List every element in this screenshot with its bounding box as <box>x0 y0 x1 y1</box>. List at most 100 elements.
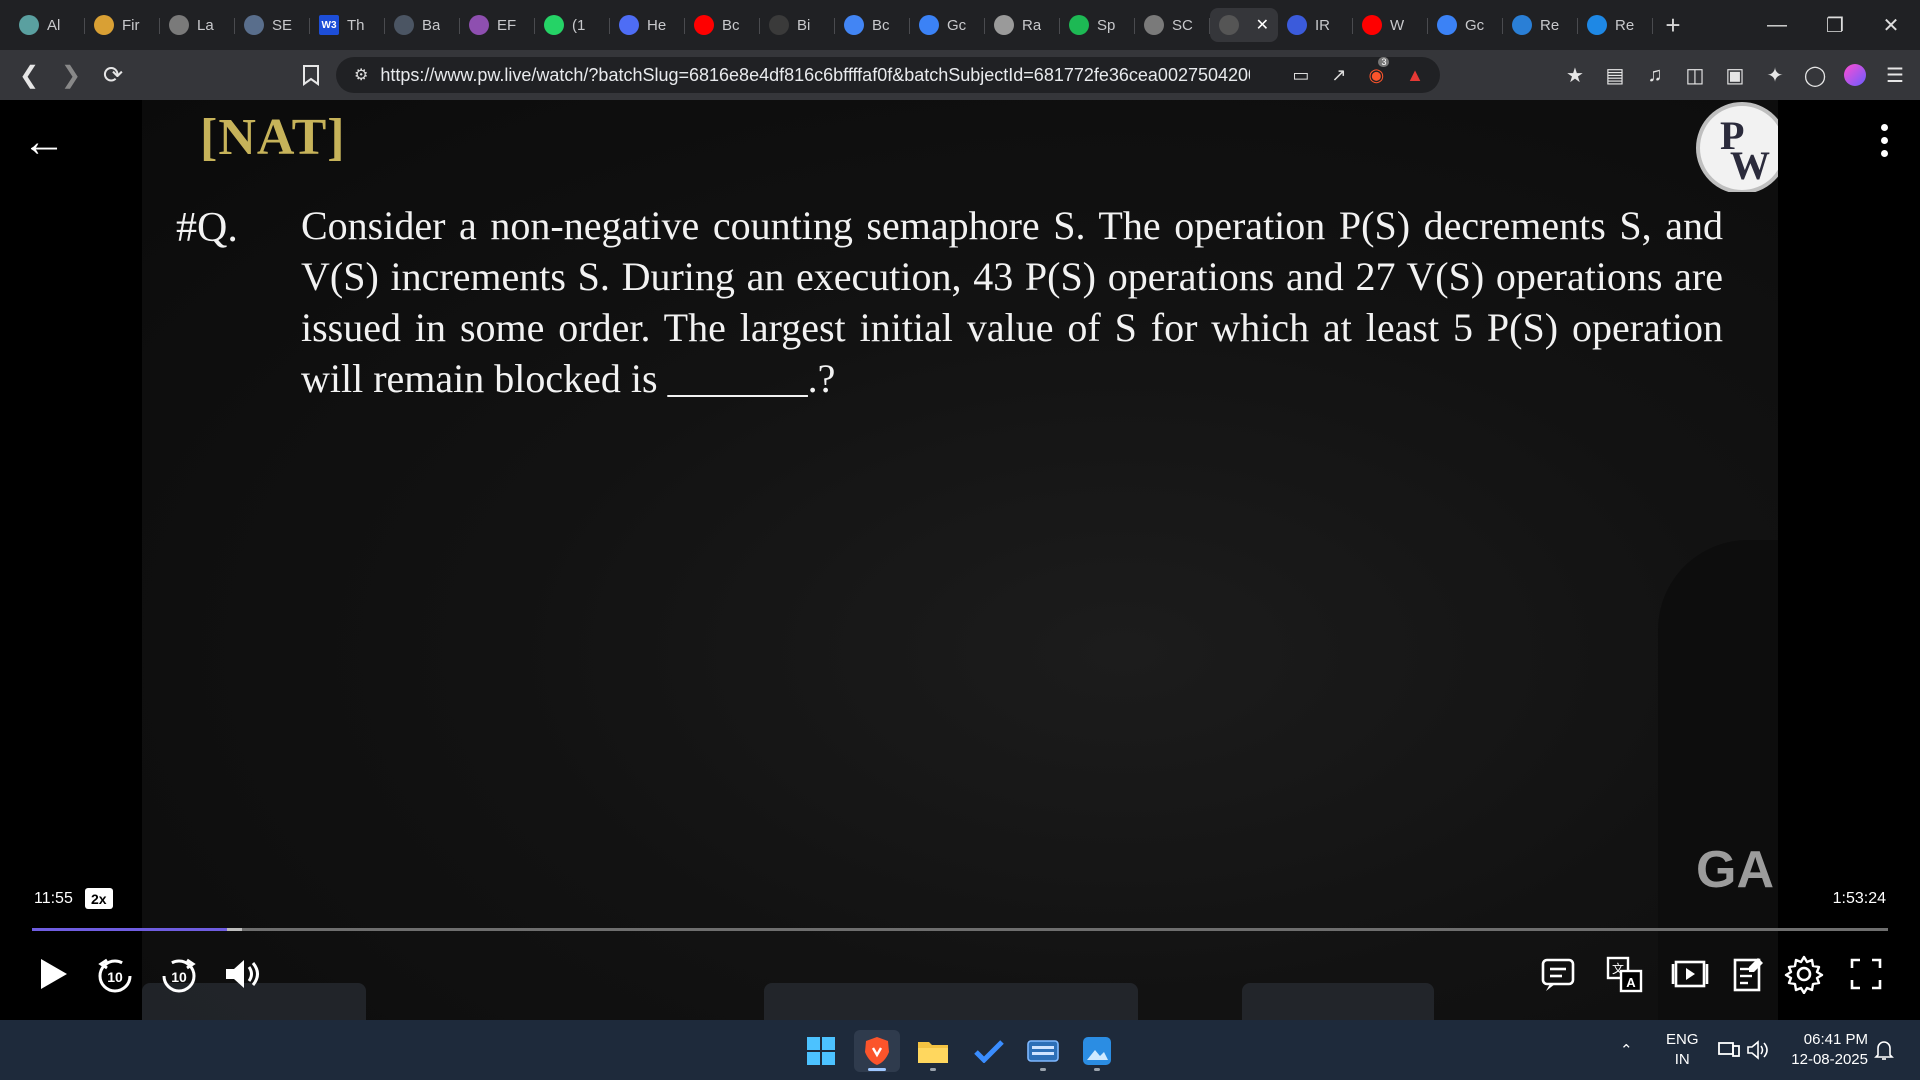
video-player[interactable]: [NAT] #Q. Consider a non-negative counti… <box>0 100 1920 1020</box>
tab-title: Al <box>47 16 61 34</box>
extensions-icon[interactable]: ★ <box>1564 64 1586 87</box>
picture-in-picture-icon[interactable] <box>1668 952 1712 996</box>
url-text: https://www.pw.live/watch/?batchSlug=681… <box>380 64 1251 85</box>
tab-title: SE <box>272 16 293 34</box>
restore-button[interactable]: ❐ <box>1806 0 1864 50</box>
browser-tab[interactable]: La <box>160 8 235 42</box>
player-back-button[interactable]: ← <box>22 117 66 166</box>
browser-tab[interactable]: Bi <box>760 8 835 42</box>
tray-overflow-chevron-icon[interactable]: ⌃ <box>1620 1020 1633 1080</box>
windows-taskbar: ⌃ ENG IN 06:41 PM 12-08-2025 <box>0 1020 1920 1080</box>
browser-tab[interactable]: Bc <box>685 8 760 42</box>
tab-title: Bc <box>722 16 740 34</box>
new-tab-button[interactable]: + <box>1653 8 1693 42</box>
volume-tray-icon[interactable] <box>1746 1020 1770 1080</box>
share-icon[interactable]: ↗ <box>1331 65 1346 86</box>
tab-title: Bc <box>872 16 890 34</box>
playback-speed-badge[interactable]: 2x <box>85 888 113 909</box>
browser-tab[interactable]: W3 Th <box>310 8 385 42</box>
site-settings-icon[interactable]: ⚙ <box>354 65 368 85</box>
close-window-button[interactable]: ✕ <box>1862 0 1920 50</box>
wallet-icon[interactable]: ▣ <box>1724 64 1746 87</box>
forward-10-button[interactable]: 10 <box>157 952 201 996</box>
address-bar[interactable]: ⚙ https://www.pw.live/watch/?batchSlug=6… <box>336 56 1440 93</box>
media-icon[interactable]: ♫ <box>1644 64 1666 86</box>
logo-letter-w: W <box>1730 143 1770 188</box>
taskbar-keyboard-app-icon[interactable] <box>1020 1030 1066 1072</box>
volume-button[interactable] <box>220 952 264 996</box>
browser-tab[interactable]: ✕ <box>1210 8 1278 42</box>
forward-button[interactable]: ❯ <box>52 56 90 94</box>
vpn-shield-icon[interactable]: ◯ <box>1804 64 1826 87</box>
network-icon[interactable] <box>1718 1020 1740 1080</box>
browser-tab[interactable]: SC <box>1135 8 1210 42</box>
region-code: IN <box>1674 1051 1690 1068</box>
chat-icon[interactable] <box>1536 952 1580 996</box>
input-language-indicator[interactable]: ENG IN <box>1666 1030 1699 1070</box>
tab-favicon-icon <box>1287 15 1307 35</box>
translate-icon[interactable]: 文A <box>1602 952 1646 996</box>
reader-mode-icon[interactable]: ▤ <box>1604 64 1626 87</box>
tab-title: IR <box>1315 16 1330 34</box>
browser-tab[interactable]: Ra <box>985 8 1060 42</box>
reload-button[interactable]: ⟳ <box>94 56 132 94</box>
tab-favicon-icon: W3 <box>319 15 339 35</box>
cast-icon[interactable]: ▭ <box>1292 65 1309 86</box>
shield-count-badge: 3 <box>1378 56 1390 67</box>
settings-gear-icon[interactable] <box>1782 952 1826 996</box>
browser-tab[interactable]: Ba <box>385 8 460 42</box>
tab-favicon-icon <box>1219 15 1239 35</box>
browser-toolbar: ❮ ❯ ⟳ ⚙ https://www.pw.live/watch/?batch… <box>0 50 1920 100</box>
fullscreen-icon[interactable] <box>1844 952 1888 996</box>
browser-tab[interactable]: (1 <box>535 8 610 42</box>
tab-title: La <box>197 16 214 34</box>
browser-tab[interactable]: IR <box>1278 8 1353 42</box>
tab-favicon-icon <box>1144 15 1164 35</box>
tab-title: Gc <box>947 16 967 34</box>
menu-icon[interactable]: ☰ <box>1884 64 1906 87</box>
play-button[interactable] <box>30 952 74 996</box>
tab-title: EF <box>497 16 517 34</box>
minimize-button[interactable]: — <box>1748 0 1806 50</box>
clock-date: 12-08-2025 <box>1791 1051 1868 1068</box>
browser-tab[interactable]: Re <box>1578 8 1653 42</box>
leo-ai-icon[interactable]: ✦ <box>1764 64 1786 87</box>
taskbar-brave-browser-icon[interactable] <box>854 1030 900 1072</box>
taskbar-photos-app-icon[interactable] <box>1074 1030 1120 1072</box>
tab-favicon-icon <box>544 15 564 35</box>
browser-tab[interactable]: EF <box>460 8 535 42</box>
back-button[interactable]: ❮ <box>10 56 48 94</box>
browser-tab[interactable]: Gc <box>910 8 985 42</box>
browser-tab[interactable]: SE <box>235 8 310 42</box>
notes-icon[interactable] <box>1726 952 1770 996</box>
notification-bell-icon[interactable] <box>1874 1020 1894 1080</box>
player-more-options-icon[interactable] <box>1881 124 1888 157</box>
bookmark-icon[interactable] <box>292 56 330 94</box>
browser-tab[interactable]: Gc <box>1428 8 1503 42</box>
browser-tab[interactable]: Fir <box>85 8 160 42</box>
question-type-tag: [NAT] <box>200 109 346 166</box>
seek-bar-buffered <box>226 928 242 931</box>
browser-tab[interactable]: Bc <box>835 8 910 42</box>
profile-avatar[interactable] <box>1844 64 1866 86</box>
browser-tab[interactable]: Sp <box>1060 8 1135 42</box>
tab-favicon-icon <box>19 15 39 35</box>
system-clock[interactable]: 06:41 PM 12-08-2025 <box>1791 1030 1868 1070</box>
brave-shield-icon[interactable]: ◉ 3 <box>1368 56 1390 86</box>
taskbar-file-explorer-icon[interactable] <box>910 1030 956 1072</box>
current-time: 11:55 <box>34 890 73 907</box>
tab-favicon-icon <box>1437 15 1457 35</box>
browser-tab[interactable]: Al <box>10 8 85 42</box>
rewind-10-button[interactable]: 10 <box>93 952 137 996</box>
start-button[interactable] <box>798 1030 844 1072</box>
browser-tab[interactable]: He <box>610 8 685 42</box>
browser-tab[interactable]: W <box>1353 8 1428 42</box>
tab-close-icon[interactable]: ✕ <box>1256 15 1269 35</box>
brave-rewards-icon[interactable]: ▲ <box>1406 65 1424 86</box>
sidebar-icon[interactable]: ◫ <box>1684 64 1706 87</box>
seek-bar[interactable] <box>32 928 1888 931</box>
taskbar-todo-icon[interactable] <box>966 1030 1012 1072</box>
forward-seconds-label: 10 <box>171 969 187 985</box>
browser-tab[interactable]: Re <box>1503 8 1578 42</box>
tab-title: Fir <box>122 16 140 34</box>
